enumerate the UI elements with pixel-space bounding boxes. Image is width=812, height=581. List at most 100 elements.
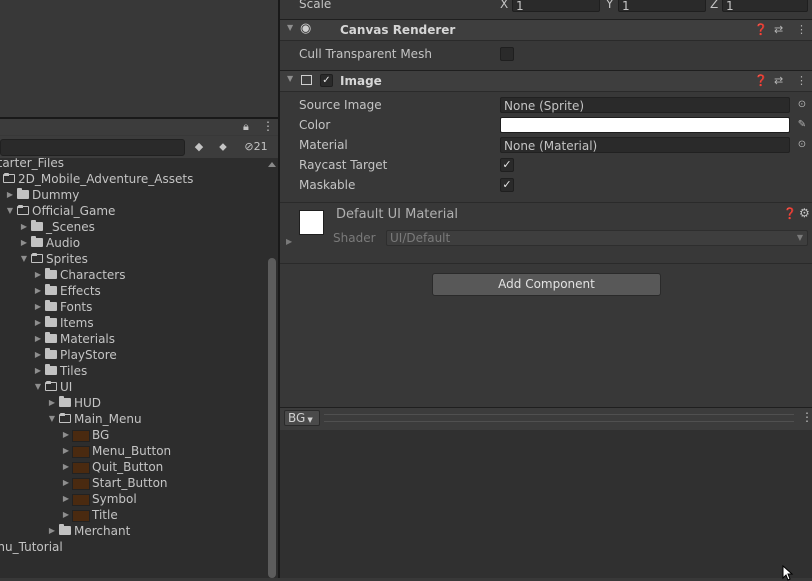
preview-toolbar: BG ▼ ⋮ xyxy=(280,407,812,431)
scale-x-label: X xyxy=(500,0,509,11)
expand-right-icon[interactable]: ▶ xyxy=(32,331,44,347)
tree-item[interactable]: ▼ Main_Menu xyxy=(46,411,142,427)
foldout-arrow-icon[interactable]: ▼ xyxy=(287,23,293,32)
scroll-up-arrow-icon[interactable] xyxy=(268,162,276,167)
expand-down-icon[interactable]: ▼ xyxy=(0,171,2,187)
project-search-input[interactable] xyxy=(0,139,185,156)
tree-item[interactable]: ▼ Official_Game xyxy=(4,203,115,219)
expand-down-icon[interactable]: ▼ xyxy=(18,251,30,267)
foldout-arrow-icon[interactable]: ▼ xyxy=(287,74,293,83)
cull-transparent-mesh-checkbox[interactable] xyxy=(500,47,514,61)
expand-right-icon[interactable]: ▶ xyxy=(46,523,58,539)
raycast-target-checkbox[interactable]: ✓ xyxy=(500,158,514,172)
expand-right-icon[interactable]: ▶ xyxy=(32,283,44,299)
expand-right-icon[interactable]: ▶ xyxy=(46,395,58,411)
tree-item[interactable]: ▶ Dummy xyxy=(4,187,79,203)
tree-item[interactable]: ▼ 2D_Mobile_Adventure_Assets xyxy=(0,171,193,187)
folder-open-icon xyxy=(31,253,43,263)
foldout-arrow-icon[interactable]: ▶ xyxy=(286,237,292,246)
expand-right-icon[interactable]: ▶ xyxy=(32,363,44,379)
object-picker-icon[interactable]: ⊙ xyxy=(795,137,809,153)
tree-item[interactable]: Starter_Files xyxy=(0,158,64,171)
expand-right-icon[interactable]: ▶ xyxy=(60,443,72,459)
tree-item[interactable]: ▶ BG xyxy=(60,427,109,443)
expand-right-icon[interactable]: ▶ xyxy=(60,475,72,491)
expand-right-icon[interactable]: ▶ xyxy=(60,427,72,443)
folder-icon xyxy=(45,268,57,279)
tree-item[interactable]: ▶ Characters xyxy=(32,267,126,283)
material-field[interactable]: None (Material) xyxy=(500,137,790,153)
expand-right-icon[interactable]: ▶ xyxy=(60,459,72,475)
preset-icon[interactable]: ⇄ xyxy=(774,71,783,91)
shader-dropdown[interactable]: UI/Default ▼ xyxy=(386,230,808,246)
expand-down-icon[interactable]: ▼ xyxy=(32,379,44,395)
scale-x-field[interactable]: 1 xyxy=(512,0,600,13)
project-tree-scrollbar[interactable] xyxy=(266,158,278,578)
tree-item[interactable]: ▼ UI xyxy=(32,379,72,395)
expand-right-icon[interactable]: ▶ xyxy=(32,299,44,315)
add-component-button[interactable]: Add Component xyxy=(432,273,661,296)
maskable-checkbox[interactable]: ✓ xyxy=(500,178,514,192)
tree-item-label: HUD xyxy=(74,396,102,410)
tree-item[interactable]: ▶ Menu_Button xyxy=(60,443,171,459)
expand-right-icon[interactable]: ▶ xyxy=(18,219,30,235)
image-enabled-checkbox[interactable]: ✓ xyxy=(320,74,333,87)
expand-right-icon[interactable]: ▶ xyxy=(32,347,44,363)
image-component-header[interactable]: ▼ ✓ Image ❓ ⇄ ⋮ xyxy=(280,70,812,92)
tree-item[interactable]: ▶ Merchant xyxy=(46,523,130,539)
sprite-thumbnail-icon xyxy=(72,446,90,458)
expand-right-icon[interactable]: ▶ xyxy=(18,235,30,251)
tree-item[interactable]: ▶ Symbol xyxy=(60,491,137,507)
preview-dropdown[interactable]: BG ▼ xyxy=(284,410,320,426)
scrollbar-thumb[interactable] xyxy=(268,258,276,578)
eyedropper-icon[interactable]: ✎ xyxy=(795,117,809,133)
tree-item[interactable]: ▶ Start_Button xyxy=(60,475,168,491)
tree-item[interactable]: ▶ Fonts xyxy=(32,299,92,315)
tree-item[interactable]: ▶ Title xyxy=(60,507,118,523)
tree-item[interactable]: ▶ _Scenes xyxy=(18,219,95,235)
tree-item-label: Symbol xyxy=(92,492,137,506)
help-icon[interactable]: ❓ xyxy=(783,207,797,220)
lock-icon[interactable]: 🔒︎ xyxy=(243,120,249,134)
color-field[interactable] xyxy=(500,117,790,133)
gear-icon[interactable]: ⚙ xyxy=(799,206,810,220)
tree-item[interactable]: ▶ Items xyxy=(32,315,94,331)
tree-item[interactable]: enu_Tutorial xyxy=(0,539,63,555)
scale-z-field[interactable]: 1 xyxy=(722,0,808,13)
hidden-packages-toggle[interactable]: ⊘21 xyxy=(238,138,274,156)
search-by-type-icon[interactable]: ◆ xyxy=(190,138,208,156)
tree-item[interactable]: ▶ Effects xyxy=(32,283,101,299)
tree-item[interactable]: ▶ PlayStore xyxy=(32,347,117,363)
kebab-menu-icon[interactable]: ⋮ xyxy=(262,119,274,133)
expand-right-icon[interactable]: ▶ xyxy=(32,315,44,331)
tree-item[interactable]: ▶ HUD xyxy=(46,395,101,411)
tree-item[interactable]: ▶ Quit_Button xyxy=(60,459,163,475)
scene-panel[interactable] xyxy=(0,0,278,117)
expand-right-icon[interactable]: ▶ xyxy=(4,187,16,203)
preview-drag-handle[interactable] xyxy=(324,414,794,422)
sprite-thumbnail-icon xyxy=(72,494,90,506)
expand-down-icon[interactable]: ▼ xyxy=(46,411,58,427)
tree-item-label: Official_Game xyxy=(32,204,116,218)
source-image-field[interactable]: None (Sprite) xyxy=(500,97,790,113)
scale-y-field[interactable]: 1 xyxy=(618,0,706,13)
kebab-menu-icon[interactable]: ⋮ xyxy=(801,410,812,424)
tree-item[interactable]: ▼ Sprites xyxy=(18,251,88,267)
component-menu-icon[interactable]: ⋮ xyxy=(796,20,807,40)
help-icon[interactable]: ❓ xyxy=(754,71,768,91)
tree-item[interactable]: ▶ Audio xyxy=(18,235,80,251)
preview-area xyxy=(280,430,812,578)
expand-right-icon[interactable]: ▶ xyxy=(60,491,72,507)
component-menu-icon[interactable]: ⋮ xyxy=(796,71,807,91)
help-icon[interactable]: ❓ xyxy=(754,20,768,40)
object-picker-icon[interactable]: ⊙ xyxy=(795,97,809,113)
search-by-label-icon[interactable]: ⬥ xyxy=(214,138,232,156)
expand-right-icon[interactable]: ▶ xyxy=(32,267,44,283)
eye-icon: ◉ xyxy=(300,21,312,36)
expand-right-icon[interactable]: ▶ xyxy=(60,507,72,523)
expand-down-icon[interactable]: ▼ xyxy=(4,203,16,219)
preset-icon[interactable]: ⇄ xyxy=(774,20,783,40)
tree-item[interactable]: ▶ Tiles xyxy=(32,363,87,379)
canvas-renderer-header[interactable]: ▼ ◉ Canvas Renderer ❓ ⇄ ⋮ xyxy=(280,19,812,41)
tree-item[interactable]: ▶ Materials xyxy=(32,331,115,347)
